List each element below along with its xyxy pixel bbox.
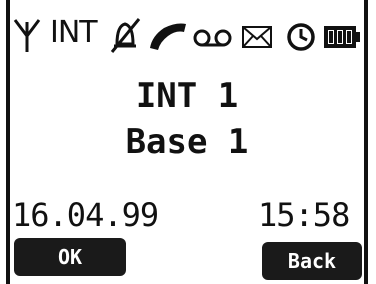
phone-display: INT INT 1 Base 1 16.04.99 15:58 OK Back (0, 0, 376, 284)
status-bar: INT (12, 14, 362, 56)
handset-icon (150, 23, 186, 50)
display-border-right (364, 0, 368, 284)
base-line: Base 1 (125, 122, 249, 162)
int-indicator: INT (50, 15, 98, 50)
time-readout: 15:58 (258, 196, 350, 234)
antenna-icon (13, 19, 41, 52)
intercom-line: INT 1 (135, 76, 239, 116)
voicemail-icon (193, 29, 232, 47)
date-readout: 16.04.99 (12, 196, 159, 234)
clock-icon (287, 23, 315, 51)
ringer-off-icon (110, 18, 141, 53)
back-softkey[interactable]: Back (262, 242, 362, 280)
display-border-left (6, 0, 10, 284)
battery-icon (324, 26, 360, 48)
envelope-icon (242, 26, 272, 48)
ok-softkey[interactable]: OK (14, 238, 126, 276)
